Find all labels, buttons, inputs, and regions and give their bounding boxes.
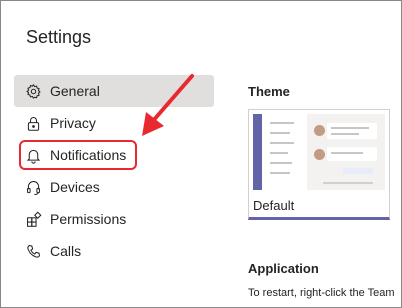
lock-icon: [24, 114, 42, 132]
gear-icon: [24, 82, 42, 100]
app-grid-icon: [24, 210, 42, 228]
sidebar-item-label: Permissions: [50, 211, 127, 227]
sidebar-item-label: General: [50, 83, 100, 99]
application-heading: Application: [248, 261, 319, 276]
sidebar-item-label: Privacy: [50, 115, 96, 131]
sidebar-item-label: Devices: [50, 179, 100, 195]
theme-preview-image: [253, 114, 385, 190]
sidebar-item-label: Calls: [50, 243, 82, 259]
theme-option-label: Default: [253, 198, 295, 213]
sidebar-item-permissions[interactable]: Permissions: [14, 203, 214, 235]
page-title: Settings: [26, 27, 92, 47]
sidebar-item-calls[interactable]: Calls: [14, 235, 214, 267]
sidebar-item-devices[interactable]: Devices: [14, 171, 214, 203]
theme-option-default[interactable]: Default: [248, 109, 390, 220]
annotation-highlight-box: [19, 140, 137, 170]
annotation-arrow: [142, 74, 194, 136]
theme-heading: Theme: [248, 84, 290, 99]
application-description: To restart, right-click the Team: [248, 287, 395, 299]
headset-icon: [24, 178, 42, 196]
phone-icon: [24, 242, 42, 260]
